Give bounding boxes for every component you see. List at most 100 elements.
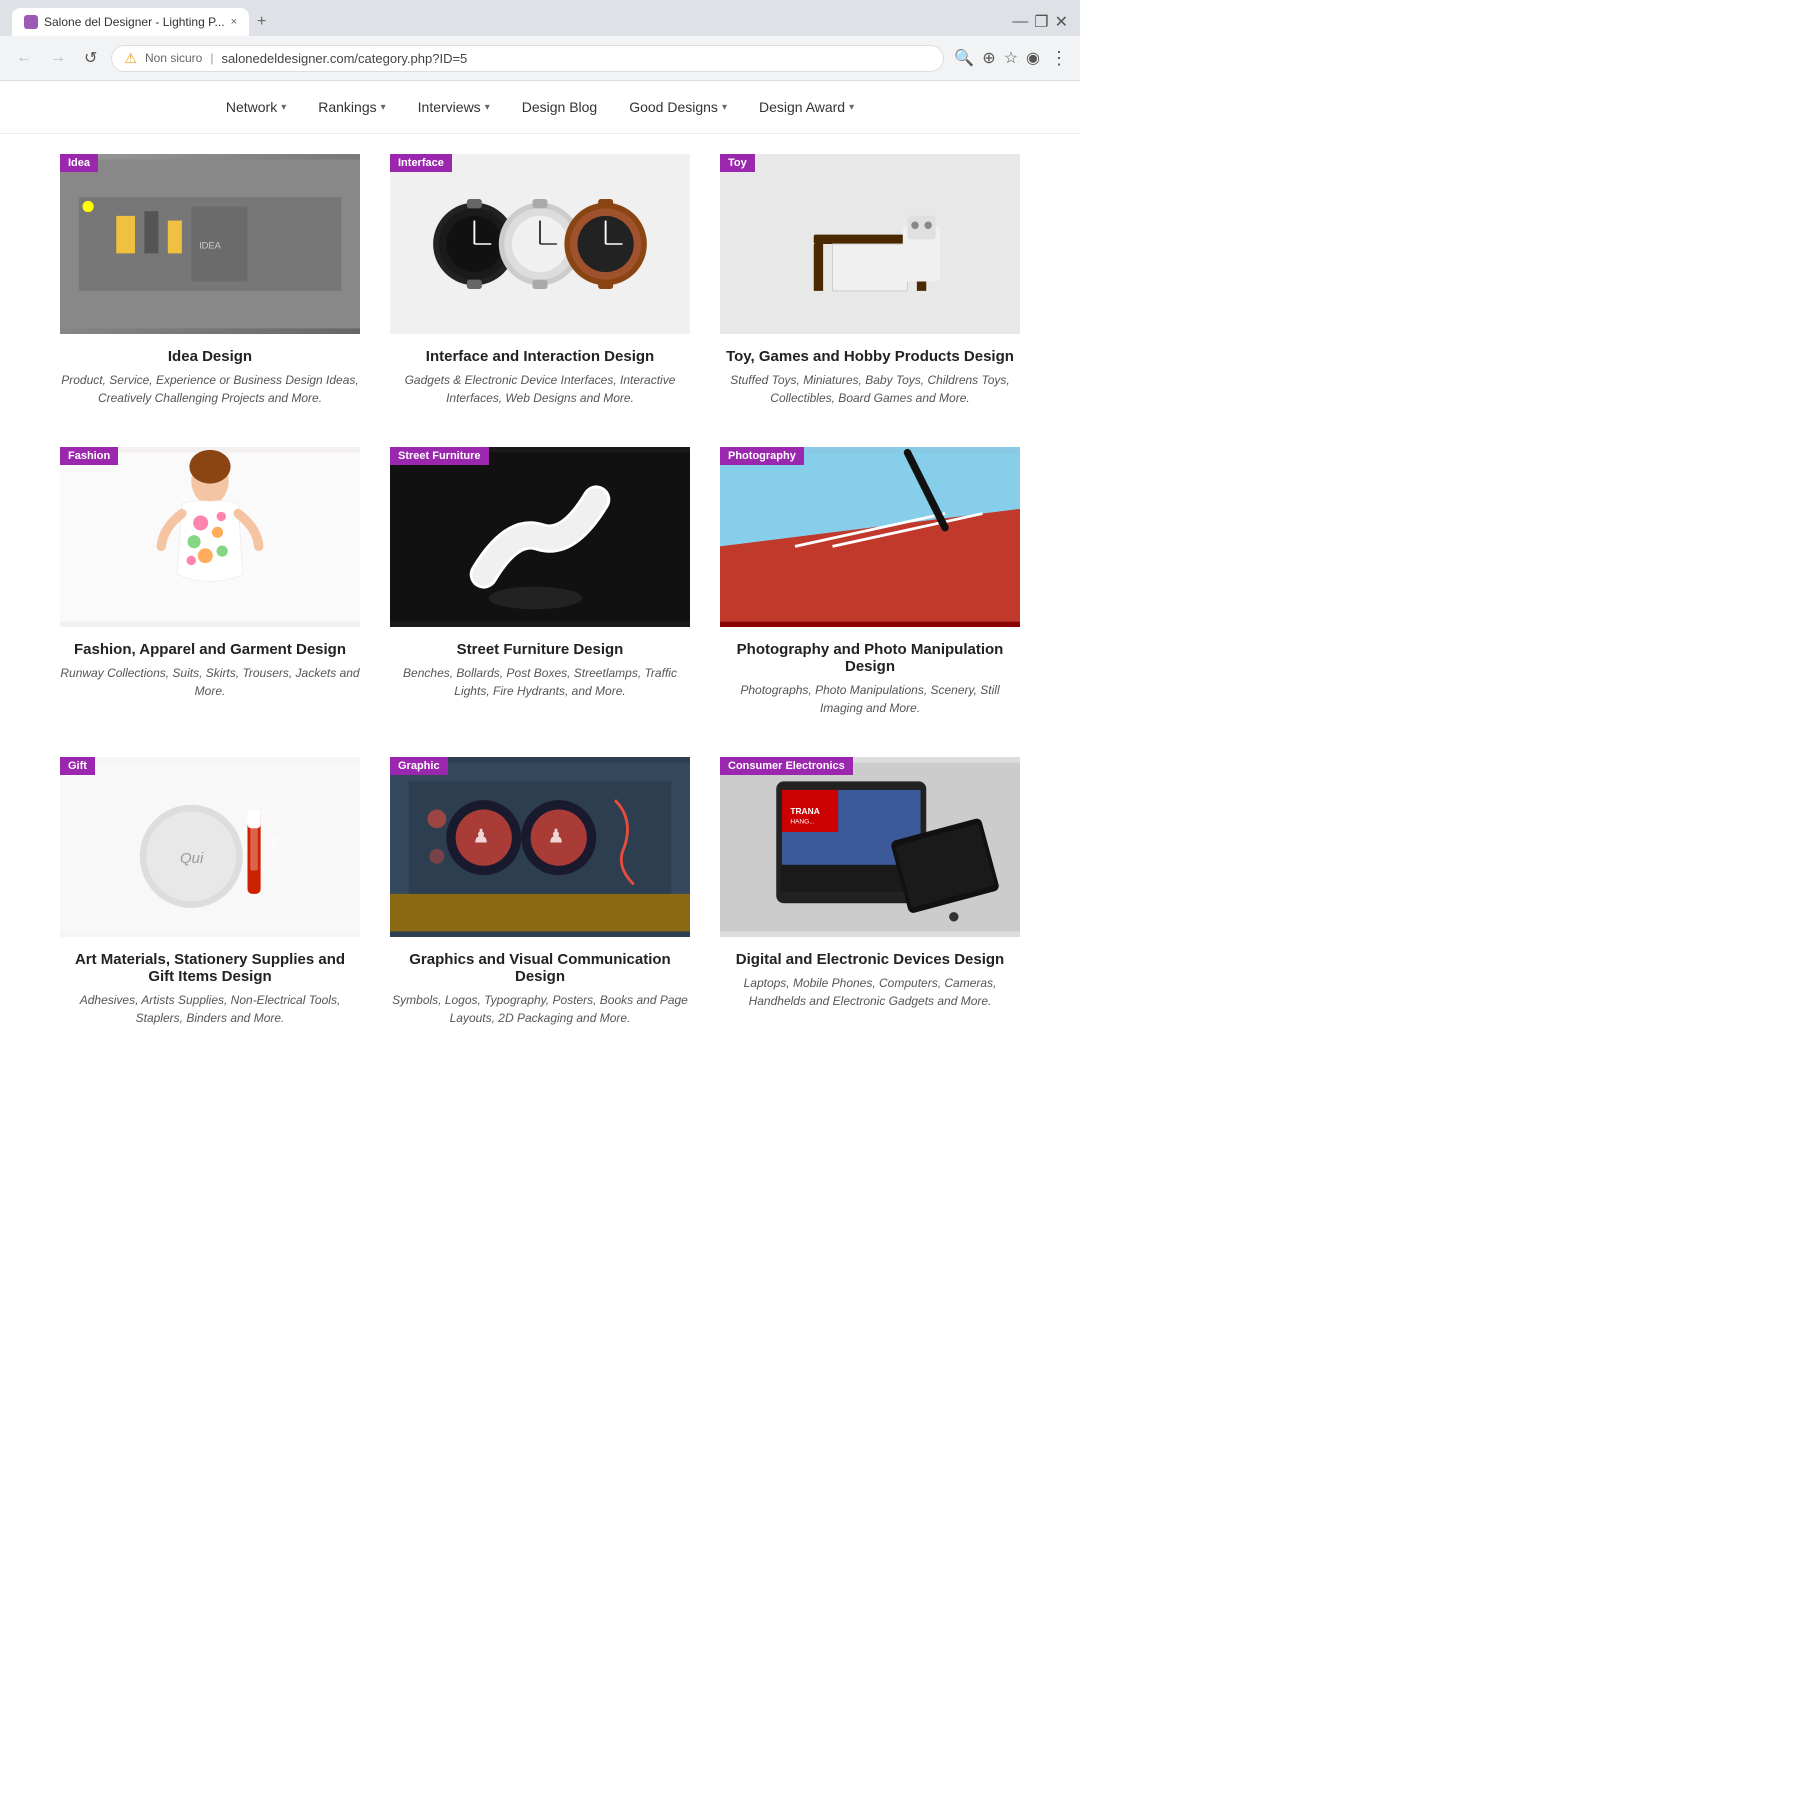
card-image: [390, 447, 690, 627]
forward-button[interactable]: →: [46, 45, 70, 71]
security-warning-icon: ⚠: [124, 50, 137, 67]
card-title: Interface and Interaction Design: [426, 348, 654, 365]
category-badge: Graphic: [390, 757, 448, 775]
nav-item-network[interactable]: Network ▾: [226, 99, 286, 115]
card-image: ♟ ♟: [390, 757, 690, 937]
svg-text:TRANA: TRANA: [790, 806, 819, 816]
svg-text:IDEA: IDEA: [199, 241, 222, 251]
address-actions: 🔍 ⊕ ☆ ◉: [954, 48, 1040, 68]
window-controls: — ❐ ✕: [1012, 12, 1068, 32]
main-content: Idea IDEA Idea Design Product, Service, E…: [0, 134, 1080, 1067]
category-card-6[interactable]: Gift Qui OZIO Art Materials, Stationery …: [60, 757, 360, 1027]
nav-item-rankings[interactable]: Rankings ▾: [318, 99, 385, 115]
url-text: salonedeldesigner.com/category.php?ID=5: [221, 51, 931, 66]
card-title: Art Materials, Stationery Supplies and G…: [60, 951, 360, 985]
share-icon[interactable]: ⊕: [982, 48, 995, 68]
category-badge: Street Furniture: [390, 447, 489, 465]
back-button[interactable]: ←: [12, 45, 36, 71]
card-image: [720, 447, 1020, 627]
browser-addressbar: ← → ↺ ⚠ Non sicuro | salonedeldesigner.c…: [0, 36, 1080, 80]
zoom-icon[interactable]: 🔍: [954, 48, 974, 68]
card-description: Stuffed Toys, Miniatures, Baby Toys, Chi…: [720, 371, 1020, 407]
browser-titlebar: Salone del Designer - Lighting P... × + …: [0, 0, 1080, 36]
chevron-down-icon: ▾: [485, 102, 490, 113]
card-image-wrap: Consumer Electronics TRANA HANG...: [720, 757, 1020, 937]
svg-text:♟: ♟: [473, 825, 490, 846]
nav-item-label: Good Designs: [629, 99, 718, 115]
card-image-wrap: Toy: [720, 154, 1020, 334]
tab-favicon: [24, 15, 38, 29]
svg-text:♟: ♟: [548, 825, 565, 846]
card-title: Street Furniture Design: [457, 641, 624, 658]
tab-close-button[interactable]: ×: [231, 16, 237, 28]
card-title: Toy, Games and Hobby Products Design: [726, 348, 1014, 365]
tab-title: Salone del Designer - Lighting P...: [44, 15, 225, 29]
non-secure-label: Non sicuro: [145, 51, 202, 65]
category-badge: Gift: [60, 757, 95, 775]
nav-item-good-designs[interactable]: Good Designs▾: [629, 99, 727, 115]
category-card-4[interactable]: Street Furniture Street Furniture Design…: [390, 447, 690, 717]
nav-item-label: Design Blog: [522, 99, 598, 115]
card-image: [60, 447, 360, 627]
chevron-down-icon: ▾: [849, 102, 854, 113]
new-tab-button[interactable]: +: [257, 13, 266, 31]
card-description: Laptops, Mobile Phones, Computers, Camer…: [720, 974, 1020, 1010]
card-description: Gadgets & Electronic Device Interfaces, …: [390, 371, 690, 407]
category-badge: Consumer Electronics: [720, 757, 853, 775]
card-title: Graphics and Visual Communication Design: [390, 951, 690, 985]
nav-item-label: Network: [226, 99, 277, 115]
category-card-8[interactable]: Consumer Electronics TRANA HANG... Digit…: [720, 757, 1020, 1027]
nav-item-design-blog[interactable]: Design Blog: [522, 99, 598, 115]
minimize-button[interactable]: —: [1012, 13, 1028, 31]
category-badge: Interface: [390, 154, 452, 172]
browser-chrome: Salone del Designer - Lighting P... × + …: [0, 0, 1080, 81]
browser-menu-button[interactable]: ⋮: [1050, 48, 1068, 69]
category-badge: Photography: [720, 447, 804, 465]
close-button[interactable]: ✕: [1055, 12, 1068, 32]
chevron-down-icon: ▾: [281, 102, 286, 113]
card-title: Idea Design: [168, 348, 252, 365]
chevron-down-icon: ▾: [381, 102, 386, 113]
nav-item-label: Interviews: [418, 99, 481, 115]
address-bar[interactable]: ⚠ Non sicuro | salonedeldesigner.com/cat…: [111, 45, 944, 72]
nav-item-label: Rankings: [318, 99, 376, 115]
card-description: Adhesives, Artists Supplies, Non-Electri…: [60, 991, 360, 1027]
card-description: Runway Collections, Suits, Skirts, Trous…: [60, 664, 360, 700]
browser-tab[interactable]: Salone del Designer - Lighting P... ×: [12, 8, 249, 36]
bookmark-icon[interactable]: ☆: [1004, 48, 1018, 68]
svg-text:OZIO: OZIO: [271, 836, 280, 854]
category-card-7[interactable]: Graphic ♟ ♟ Graphics and Visual Communic…: [390, 757, 690, 1027]
card-image: [390, 154, 690, 334]
svg-text:HANG...: HANG...: [790, 819, 815, 826]
card-title: Digital and Electronic Devices Design: [736, 951, 1004, 968]
card-description: Benches, Bollards, Post Boxes, Streetlam…: [390, 664, 690, 700]
card-description: Symbols, Logos, Typography, Posters, Boo…: [390, 991, 690, 1027]
card-image: Qui OZIO: [60, 757, 360, 937]
profile-icon[interactable]: ◉: [1026, 48, 1040, 68]
category-grid: Idea IDEA Idea Design Product, Service, E…: [60, 154, 1020, 1027]
category-card-2[interactable]: Toy Toy, Games and Hobby Products Design…: [720, 154, 1020, 407]
reload-button[interactable]: ↺: [80, 44, 101, 72]
category-card-3[interactable]: Fashion Fashion, Apparel and Garment Des…: [60, 447, 360, 717]
nav-item-interviews[interactable]: Interviews ▾: [418, 99, 490, 115]
card-image: TRANA HANG...: [720, 757, 1020, 937]
card-image-wrap: Idea IDEA: [60, 154, 360, 334]
nav-item-design-award[interactable]: Design Award▾: [759, 99, 854, 115]
card-title: Fashion, Apparel and Garment Design: [74, 641, 346, 658]
card-description: Photographs, Photo Manipulations, Scener…: [720, 681, 1020, 717]
category-card-1[interactable]: Interface Interface and Interaction Desi…: [390, 154, 690, 407]
category-card-0[interactable]: Idea IDEA Idea Design Product, Service, E…: [60, 154, 360, 407]
category-badge: Fashion: [60, 447, 118, 465]
card-title: Photography and Photo Manipulation Desig…: [720, 641, 1020, 675]
card-image-wrap: Fashion: [60, 447, 360, 627]
restore-button[interactable]: ❐: [1034, 12, 1048, 32]
card-image-wrap: Photography: [720, 447, 1020, 627]
category-badge: Idea: [60, 154, 98, 172]
card-image: [720, 154, 1020, 334]
card-description: Product, Service, Experience or Business…: [60, 371, 360, 407]
card-image-wrap: Street Furniture: [390, 447, 690, 627]
svg-text:Qui: Qui: [180, 850, 204, 867]
site-navigation: Network ▾ Rankings ▾ Interviews ▾ Design Blog G…: [0, 81, 1080, 134]
category-card-5[interactable]: Photography Photography and Photo Manipu…: [720, 447, 1020, 717]
category-badge: Toy: [720, 154, 755, 172]
